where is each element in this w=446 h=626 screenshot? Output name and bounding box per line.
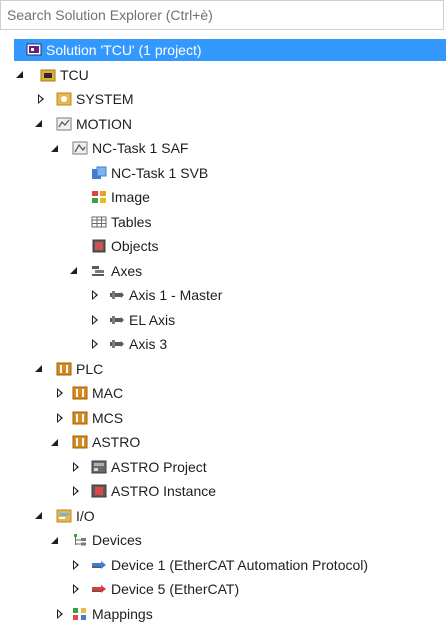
tree-item-axis3[interactable]: Axis 3 <box>0 332 446 357</box>
ethercat-device-icon <box>91 582 107 596</box>
collapse-arrow-icon[interactable] <box>50 381 64 405</box>
image-icon <box>91 190 107 204</box>
tree-item-tcu[interactable]: TCU <box>0 63 446 88</box>
tree-item-axes[interactable]: Axes <box>0 259 446 284</box>
expand-arrow-icon[interactable] <box>12 63 26 87</box>
tree-item-label: Axes <box>111 259 142 284</box>
tree-item-axis1[interactable]: Axis 1 - Master <box>0 283 446 308</box>
tree-item-image[interactable]: Image <box>0 185 446 210</box>
tree-item-label: Axis 3 <box>129 332 167 357</box>
collapse-arrow-icon[interactable] <box>31 87 45 111</box>
tree-item-motion[interactable]: MOTION <box>0 112 446 137</box>
tree-item-label: Devices <box>92 528 142 553</box>
expand-arrow-icon[interactable] <box>47 136 61 160</box>
search-bar <box>0 0 444 30</box>
tree-item-label: Mappings <box>92 602 153 626</box>
tree-item-io[interactable]: I/O <box>0 504 446 529</box>
tree-item-label: MCS <box>92 406 123 431</box>
collapse-arrow-icon[interactable] <box>85 332 99 356</box>
tree-item-label: ASTRO Project <box>111 455 207 480</box>
search-input[interactable] <box>1 1 427 29</box>
tree-item-label: PLC <box>76 357 103 382</box>
tree-item-nc-task[interactable]: NC-Task 1 SAF <box>0 136 446 161</box>
tree-item-label: NC-Task 1 SVB <box>111 161 208 186</box>
collapse-arrow-icon[interactable] <box>66 455 80 479</box>
tree-item-objects[interactable]: Objects <box>0 234 446 259</box>
tree-item-astro[interactable]: ASTRO <box>0 430 446 455</box>
tree-item-label: TCU <box>60 63 89 88</box>
plc-subproject-icon <box>91 460 107 474</box>
tree-item-mcs[interactable]: MCS <box>0 406 446 431</box>
system-gear-icon <box>56 92 72 106</box>
motion-icon <box>56 117 72 131</box>
tree-item-label: I/O <box>76 504 95 529</box>
axes-icon <box>91 264 107 278</box>
collapse-arrow-icon[interactable] <box>66 479 80 503</box>
axis-icon <box>109 337 125 351</box>
tree-item-label: Solution 'TCU' (1 project) <box>46 38 202 63</box>
tree-item-label: Device 5 (EtherCAT) <box>111 577 239 602</box>
expand-arrow-icon[interactable] <box>47 430 61 454</box>
expand-arrow-icon[interactable] <box>47 528 61 552</box>
objects-icon <box>91 239 107 253</box>
tree-item-nc-task-svb[interactable]: NC-Task 1 SVB <box>0 161 446 186</box>
tree-item-plc[interactable]: PLC <box>0 357 446 382</box>
twincat-project-icon <box>40 68 56 82</box>
tree-item-mappings[interactable]: Mappings <box>0 602 446 626</box>
table-icon <box>91 215 107 229</box>
tree-item-label: Device 1 (EtherCAT Automation Protocol) <box>111 553 368 578</box>
collapse-arrow-icon[interactable] <box>85 283 99 307</box>
expand-arrow-icon[interactable] <box>31 504 45 528</box>
mappings-icon <box>72 607 88 621</box>
tree-item-tables[interactable]: Tables <box>0 210 446 235</box>
collapse-arrow-icon[interactable] <box>66 553 80 577</box>
tree-item-mac[interactable]: MAC <box>0 381 446 406</box>
tree-item-label: Objects <box>111 234 158 259</box>
tree-item-astro-instance[interactable]: ASTRO Instance <box>0 479 446 504</box>
tree-item-label: ASTRO Instance <box>111 479 216 504</box>
axis-icon <box>109 288 125 302</box>
tree-item-label: SYSTEM <box>76 87 134 112</box>
tree-item-label: ASTRO <box>92 430 140 455</box>
io-icon <box>56 509 72 523</box>
tree-item-astro-project[interactable]: ASTRO Project <box>0 455 446 480</box>
tree-item-label: NC-Task 1 SAF <box>92 136 188 161</box>
tree-item-el-axis[interactable]: EL Axis <box>0 308 446 333</box>
tree-item-label: EL Axis <box>129 308 175 333</box>
tree-item-device5[interactable]: Device 5 (EtherCAT) <box>0 577 446 602</box>
tree-item-devices[interactable]: Devices <box>0 528 446 553</box>
collapse-arrow-icon[interactable] <box>85 308 99 332</box>
tree-item-label: Image <box>111 185 150 210</box>
expand-arrow-icon[interactable] <box>31 112 45 136</box>
solution-tree: Solution 'TCU' (1 project) TCU SYSTEM MO… <box>0 38 446 626</box>
tree-item-label: MOTION <box>76 112 132 137</box>
plc-icon <box>56 362 72 376</box>
expand-arrow-icon[interactable] <box>66 259 80 283</box>
collapse-arrow-icon[interactable] <box>66 577 80 601</box>
axis-icon <box>109 313 125 327</box>
tree-item-label: Axis 1 - Master <box>129 283 222 308</box>
plc-project-icon <box>72 435 88 449</box>
solution-icon <box>26 43 42 57</box>
plc-project-icon <box>72 386 88 400</box>
tree-item-device1[interactable]: Device 1 (EtherCAT Automation Protocol) <box>0 553 446 578</box>
collapse-arrow-icon[interactable] <box>50 602 64 626</box>
tree-item-label: Tables <box>111 210 151 235</box>
tree-item-label: MAC <box>92 381 123 406</box>
plc-instance-icon <box>91 484 107 498</box>
tree-item-system[interactable]: SYSTEM <box>0 87 446 112</box>
plc-project-icon <box>72 411 88 425</box>
tree-item-solution[interactable]: Solution 'TCU' (1 project) <box>0 38 446 63</box>
collapse-arrow-icon[interactable] <box>50 406 64 430</box>
expand-arrow-icon[interactable] <box>31 357 45 381</box>
devices-icon <box>72 533 88 547</box>
ethercat-ap-device-icon <box>91 558 107 572</box>
nc-task-icon <box>72 141 88 155</box>
svb-icon <box>91 166 107 180</box>
